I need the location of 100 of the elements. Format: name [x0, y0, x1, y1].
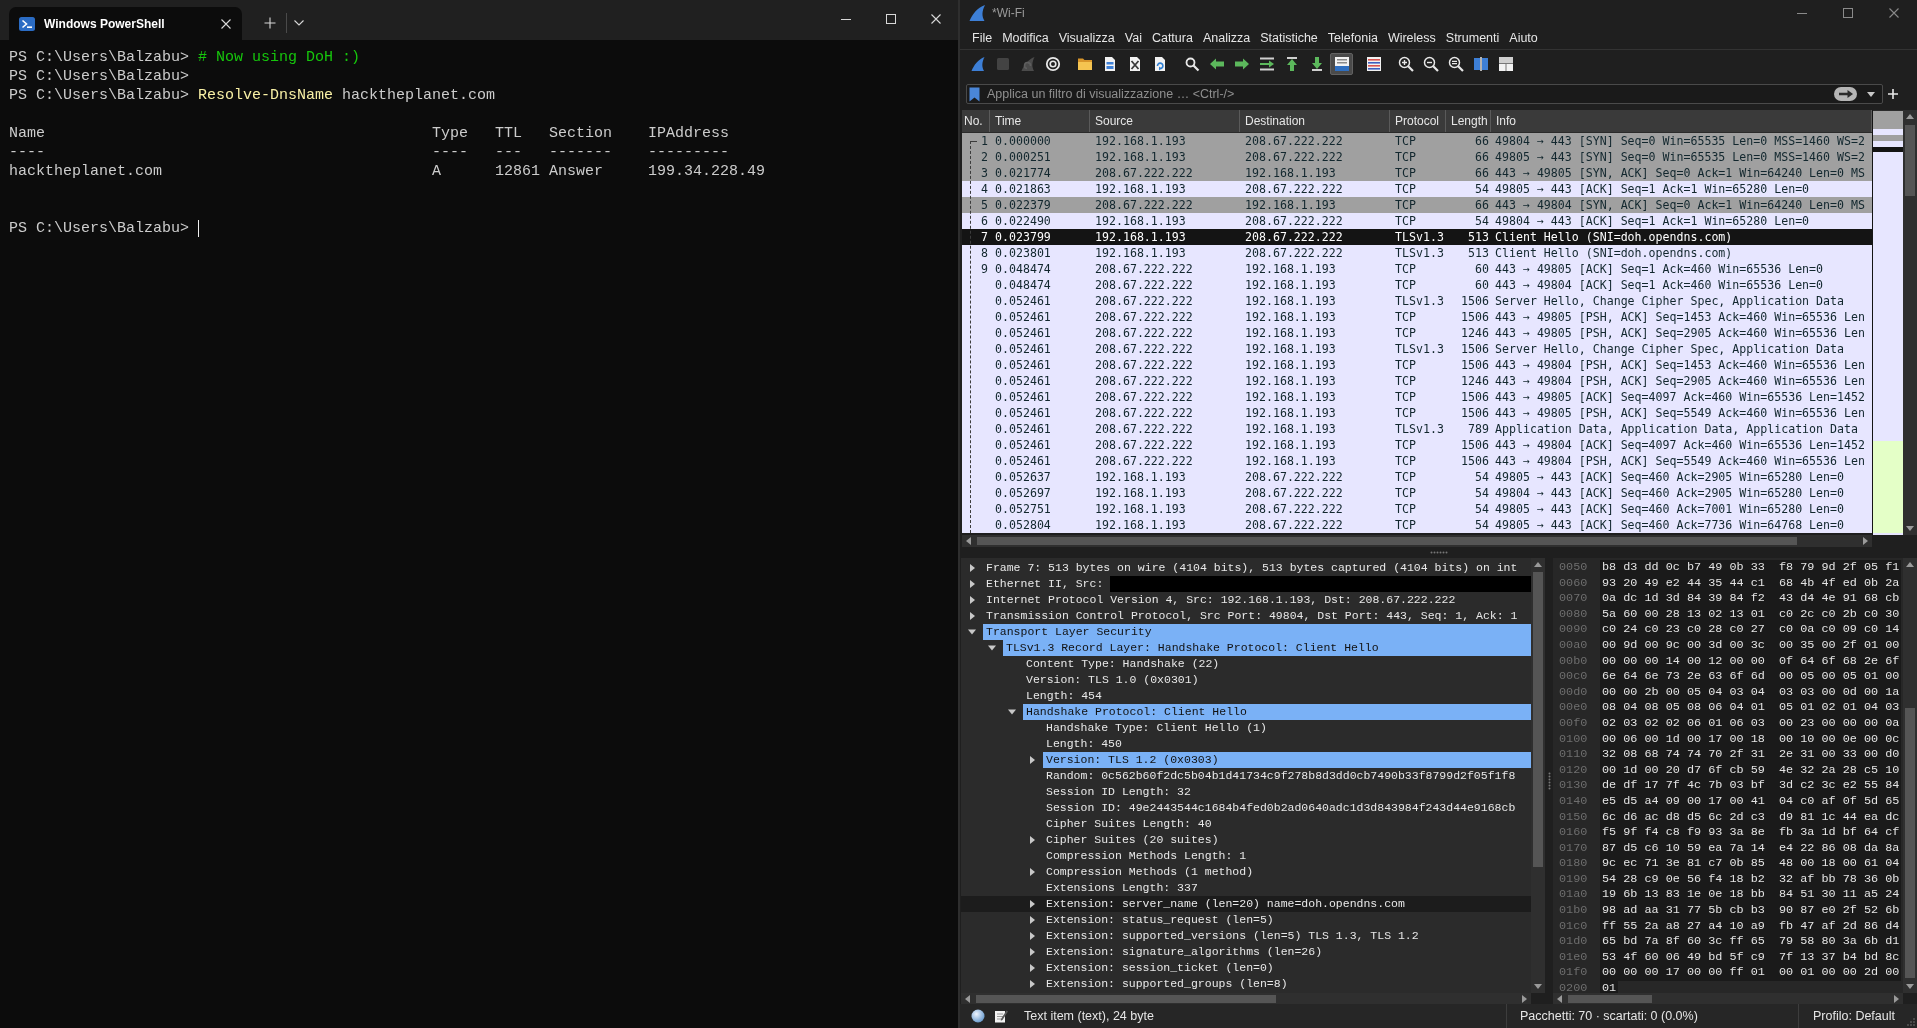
- tree-row[interactable]: Session ID Length: 32: [961, 784, 1531, 800]
- caret-right-icon[interactable]: [1027, 947, 1037, 957]
- caret-right-icon[interactable]: [1027, 963, 1037, 973]
- packet-row[interactable]: 0.052461 208.67.222.222 192.168.1.193 TCP 1506 443 → 49804 [PSH, ACK] Seq=1453 Ack=460 Win=65536 Len: [962, 357, 1872, 373]
- packet-row[interactable]: 0.052637 192.168.1.193 208.67.222.222 TCP 54 49805 → 443 [ACK] Seq=460 Ack=2905 Win=65280 Len=0: [962, 469, 1872, 485]
- apply-filter-button[interactable]: [1834, 87, 1857, 101]
- tree-row[interactable]: Version: TLS 1.0 (0x0301): [961, 672, 1531, 688]
- packet-row[interactable]: 0.052697 192.168.1.193 208.67.222.222 TCP 54 49804 → 443 [ACK] Seq=460 Ack=2905 Win=65280 Len=0: [962, 485, 1872, 501]
- packet-row[interactable]: 5 0.022379 208.67.222.222 192.168.1.193 TCP 66 443 → 49804 [SYN, ACK] Seq=0 Ack=1 Win=64240 Len=0 MS: [962, 197, 1872, 213]
- menu-item[interactable]: Telefonia: [1322, 27, 1383, 48]
- menu-item[interactable]: Modifica: [997, 27, 1054, 48]
- packet-row[interactable]: 3 0.021774 208.67.222.222 192.168.1.193 TCP 66 443 → 49805 [SYN, ACK] Seq=0 Ack=1 Win=64240 Len=0 MS: [962, 165, 1872, 181]
- packet-minimap[interactable]: [1872, 110, 1903, 535]
- tree-row[interactable]: Length: 454: [961, 688, 1531, 704]
- caret-right-icon[interactable]: [967, 563, 977, 573]
- tree-row[interactable]: Compression Methods Length: 1: [961, 848, 1531, 864]
- vertical-scrollbar[interactable]: [1903, 558, 1917, 993]
- menu-item[interactable]: Strumenti: [1440, 27, 1505, 48]
- packet-row[interactable]: 0.052461 208.67.222.222 192.168.1.193 TLSv1.3 789 Application Data, Application Data, Application Data: [962, 421, 1872, 437]
- packet-row[interactable]: 0.052461 208.67.222.222 192.168.1.193 TCP 1506 443 → 49804 [ACK] Seq=4097 Ack=460 Win=65536 Len=1452: [962, 437, 1872, 453]
- caret-right-icon[interactable]: [1027, 835, 1037, 845]
- packet-row[interactable]: 8 0.023801 192.168.1.193 208.67.222.222 TLSv1.3 513 Client Hello (SNI=doh.opendns.com): [962, 245, 1872, 261]
- scrollbar-thumb[interactable]: [1568, 994, 1652, 1003]
- menu-item[interactable]: Wireless: [1382, 27, 1441, 48]
- add-filter-button[interactable]: [1886, 87, 1900, 101]
- packet-row[interactable]: 0.052461 208.67.222.222 192.168.1.193 TLSv1.3 1506 Server Hello, Change Cipher Spec, Application Data: [962, 293, 1872, 309]
- column-header[interactable]: Time: [990, 110, 1090, 132]
- caret-down-icon[interactable]: [1007, 707, 1017, 717]
- tree-row[interactable]: Random: 0c562b60f2dc5b04b1d41734c9f278b8d3dd0cb7490b33f8799d2f05f1f8: [961, 768, 1531, 784]
- packet-row[interactable]: 4 0.021863 192.168.1.193 208.67.222.222 TCP 54 49805 → 443 [ACK] Seq=1 Ack=1 Win=65280 Len=0: [962, 181, 1872, 197]
- tree-row[interactable]: Internet Protocol Version 4, Src: 192.168.1.193, Dst: 208.67.222.222: [961, 592, 1531, 608]
- filter-field[interactable]: Applica un filtro di visualizzazione … <Ctrl-/>: [966, 84, 1883, 104]
- caret-right-icon[interactable]: [967, 579, 977, 589]
- tree-row[interactable]: Length: 450: [961, 736, 1531, 752]
- tree-row[interactable]: Compression Methods (1 method): [961, 864, 1531, 880]
- tree-row[interactable]: Ethernet II, Src:: [961, 576, 1531, 592]
- tree-row[interactable]: Extension: status_request (len=5): [961, 912, 1531, 928]
- tree-row[interactable]: Extension: session_ticket (len=0): [961, 960, 1531, 976]
- horizontal-scrollbar[interactable]: [962, 535, 1872, 547]
- scrollbar-thumb[interactable]: [1905, 125, 1915, 196]
- packet-row[interactable]: 0.052461 208.67.222.222 192.168.1.193 TCP 1246 443 → 49804 [PSH, ACK] Seq=2905 Ack=460 Win=65536 Len: [962, 373, 1872, 389]
- caret-right-icon[interactable]: [1027, 931, 1037, 941]
- caret-down-icon[interactable]: [987, 643, 997, 653]
- menu-item[interactable]: Aiuto: [1504, 27, 1543, 48]
- tree-row[interactable]: Cipher Suites Length: 40: [961, 816, 1531, 832]
- caret-right-icon[interactable]: [1027, 755, 1037, 765]
- scrollbar-thumb[interactable]: [977, 537, 1797, 545]
- autoscroll-button[interactable]: [1330, 53, 1353, 75]
- tree-row[interactable]: Content Type: Handshake (22): [961, 656, 1531, 672]
- column-header[interactable]: Length: [1446, 110, 1491, 132]
- tree-row[interactable]: Extensions Length: 337: [961, 880, 1531, 896]
- tree-row[interactable]: Extension: server_name (len=20) name=doh.opendns.com: [961, 896, 1531, 912]
- horizontal-scrollbar[interactable]: [961, 993, 1531, 1004]
- packet-row[interactable]: 0.048474 208.67.222.222 192.168.1.193 TCP 60 443 → 49804 [ACK] Seq=1 Ack=460 Win=65536 Len=0: [962, 277, 1872, 293]
- tree-row[interactable]: Handshake Type: Client Hello (1): [961, 720, 1531, 736]
- filter-bookmark-button[interactable]: [969, 86, 980, 102]
- scrollbar-thumb[interactable]: [1905, 708, 1915, 978]
- menu-item[interactable]: Visualizza: [1053, 27, 1120, 48]
- column-header[interactable]: Protocol: [1390, 110, 1446, 132]
- caret-right-icon[interactable]: [1027, 899, 1037, 909]
- terminal-tab[interactable]: Windows PowerShell: [9, 7, 242, 40]
- caret-right-icon[interactable]: [1027, 979, 1037, 989]
- tree-row[interactable]: Extension: supported_versions (len=5) TLS 1.3, TLS 1.2: [961, 928, 1531, 944]
- scrollbar-thumb[interactable]: [976, 994, 1276, 1003]
- vertical-scrollbar[interactable]: [1903, 110, 1917, 535]
- packet-row[interactable]: 0.052461 208.67.222.222 192.168.1.193 TLSv1.3 1506 Server Hello, Change Cipher Spec, Application Data: [962, 341, 1872, 357]
- profile-text[interactable]: Profilo: Default: [1813, 1009, 1895, 1023]
- packet-row[interactable]: 0.052461 208.67.222.222 192.168.1.193 TCP 1506 443 → 49805 [ACK] Seq=4097 Ack=460 Win=65536 Len=1452: [962, 389, 1872, 405]
- caret-right-icon[interactable]: [1027, 867, 1037, 877]
- column-header[interactable]: No.: [962, 110, 990, 132]
- packet-row[interactable]: 2 0.000251 192.168.1.193 208.67.222.222 TCP 66 49805 → 443 [SYN] Seq=0 Win=65535 Len=0 MSS=1460 WS=2: [962, 149, 1872, 165]
- vertical-scrollbar[interactable]: [1531, 558, 1545, 993]
- packet-row[interactable]: 0.052461 208.67.222.222 192.168.1.193 TCP 1506 443 → 49805 [PSH, ACK] Seq=5549 Ack=460 Win=65536 Len: [962, 405, 1872, 421]
- menu-item[interactable]: Vai: [1119, 27, 1147, 48]
- column-header[interactable]: Source: [1090, 110, 1240, 132]
- caret-right-icon[interactable]: [1027, 915, 1037, 925]
- packet-row[interactable]: 1 0.000000 192.168.1.193 208.67.222.222 TCP 66 49804 → 443 [SYN] Seq=0 Win=65535 Len=0 MSS=1460 WS=2: [962, 133, 1872, 149]
- column-header[interactable]: Destination: [1240, 110, 1390, 132]
- tree-row[interactable]: Extension: supported_groups (len=8): [961, 976, 1531, 992]
- caret-right-icon[interactable]: [967, 595, 977, 605]
- tree-row[interactable]: Session ID: 49e2443544c1684b4fed0b2ad0640adc1d3d843984f243d44e9168cb: [961, 800, 1531, 816]
- packet-row[interactable]: 0.052461 208.67.222.222 192.168.1.193 TCP 1506 443 → 49804 [PSH, ACK] Seq=5549 Ack=460 Win=65536 Len: [962, 453, 1872, 469]
- filter-input[interactable]: Applica un filtro di visualizzazione … <Ctrl-/>: [987, 86, 1834, 102]
- menu-item[interactable]: Analizza: [1197, 27, 1256, 48]
- packet-row[interactable]: 0.052461 208.67.222.222 192.168.1.193 TCP 1246 443 → 49805 [PSH, ACK] Seq=2905 Ack=460 Win=65536 Len: [962, 325, 1872, 341]
- menu-item[interactable]: Statistiche: [1255, 27, 1323, 48]
- tree-row[interactable]: Cipher Suites (20 suites): [961, 832, 1531, 848]
- scrollbar-thumb[interactable]: [1533, 572, 1543, 867]
- menu-item[interactable]: Cattura: [1146, 27, 1198, 48]
- caret-right-icon[interactable]: [967, 611, 977, 621]
- packet-row[interactable]: 9 0.048474 208.67.222.222 192.168.1.193 TCP 60 443 → 49805 [ACK] Seq=1 Ack=460 Win=65536 Len=0: [962, 261, 1872, 277]
- packet-row[interactable]: 0.052461 208.67.222.222 192.168.1.193 TCP 1506 443 → 49805 [PSH, ACK] Seq=1453 Ack=460 Win=65536 Len: [962, 309, 1872, 325]
- menu-item[interactable]: File: [967, 27, 998, 48]
- caret-down-icon[interactable]: [967, 627, 977, 637]
- packet-row[interactable]: 7 0.023799 192.168.1.193 208.67.222.222 TLSv1.3 513 Client Hello (SNI=doh.opendns.com): [962, 229, 1872, 245]
- packet-row[interactable]: 6 0.022490 192.168.1.193 208.67.222.222 TCP 54 49804 → 443 [ACK] Seq=1 Ack=1 Win=65280 Len=0: [962, 213, 1872, 229]
- tree-row[interactable]: Extension: signature_algorithms (len=26): [961, 944, 1531, 960]
- packet-row[interactable]: 0.052751 192.168.1.193 208.67.222.222 TCP 54 49805 → 443 [ACK] Seq=460 Ack=7001 Win=65280 Len=0: [962, 501, 1872, 517]
- packet-row[interactable]: 0.052804 192.168.1.193 208.67.222.222 TCP 54 49805 → 443 [ACK] Seq=460 Ack=7736 Win=64768 Len=0: [962, 517, 1872, 533]
- horizontal-scrollbar[interactable]: [1553, 993, 1903, 1004]
